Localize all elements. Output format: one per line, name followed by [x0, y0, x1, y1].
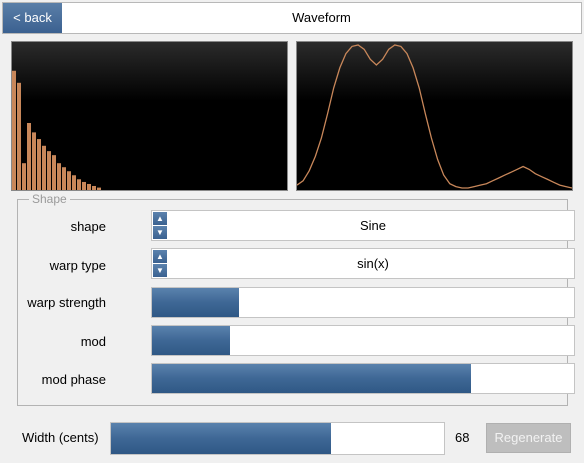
waveform-display: [296, 41, 573, 191]
width-value: 68: [455, 430, 470, 445]
spectrum-bar: [72, 175, 76, 190]
spectrum-bar: [52, 155, 56, 190]
spectrum-bar: [57, 163, 61, 190]
spectrum-bar: [67, 171, 71, 190]
mod-fill: [152, 326, 231, 355]
arrow-down-icon[interactable]: ▼: [153, 264, 167, 277]
shape-spinner[interactable]: ▲ ▼: [152, 211, 168, 240]
shape-combo[interactable]: ▲ ▼ Sine: [151, 210, 575, 241]
spectrum-bar: [17, 82, 21, 190]
warp-strength-fill: [152, 288, 239, 317]
shape-label: shape: [70, 219, 106, 234]
spectrum-bar: [32, 132, 36, 190]
shape-group: Shape shape ▲ ▼ Sine warp type ▲ ▼ sin(x…: [17, 192, 575, 406]
spectrum-bar: [12, 70, 16, 190]
spectrum-bar: [42, 145, 46, 190]
back-button[interactable]: < back: [3, 3, 62, 33]
width-fill: [111, 423, 331, 454]
spectrum-bar: [47, 151, 51, 190]
spectrum-bar: [87, 183, 91, 190]
mod-slider[interactable]: [151, 325, 575, 356]
spectrum-chart: [12, 70, 101, 190]
width-slider[interactable]: [110, 422, 445, 455]
spectrum-bar: [92, 185, 96, 190]
mod-phase-label: mod phase: [41, 372, 106, 387]
spectrum-bar: [97, 187, 101, 190]
spectrum-display: [11, 41, 288, 191]
spectrum-bar: [82, 181, 86, 190]
warp-strength-label: warp strength: [27, 295, 106, 310]
spectrum-bar: [22, 163, 26, 190]
mod-label: mod: [80, 334, 106, 349]
spectrum-bar: [37, 139, 41, 190]
arrow-up-icon[interactable]: ▲: [153, 212, 167, 225]
shape-group-legend: Shape: [29, 192, 70, 207]
waveform-line: [297, 44, 572, 189]
warp-type-combo[interactable]: ▲ ▼ sin(x): [151, 248, 575, 279]
mod-phase-slider[interactable]: [151, 363, 575, 394]
arrow-up-icon[interactable]: ▲: [153, 250, 167, 263]
regenerate-button[interactable]: Regenerate: [486, 423, 571, 453]
arrow-down-icon[interactable]: ▼: [153, 226, 167, 239]
page-title: Waveform: [292, 10, 351, 25]
warp-type-value: sin(x): [357, 256, 389, 271]
warp-strength-slider[interactable]: [151, 287, 575, 318]
warp-type-spinner[interactable]: ▲ ▼: [152, 249, 168, 278]
width-label: Width (cents): [22, 430, 99, 445]
top-bar: < back Waveform: [2, 2, 582, 34]
shape-value: Sine: [359, 218, 387, 233]
spectrum-bar: [77, 179, 81, 190]
waveform-chart: [297, 44, 572, 189]
spectrum-bar: [62, 167, 66, 190]
mod-phase-fill: [152, 364, 471, 393]
spectrum-bar: [27, 123, 31, 190]
warp-type-label: warp type: [49, 258, 106, 273]
